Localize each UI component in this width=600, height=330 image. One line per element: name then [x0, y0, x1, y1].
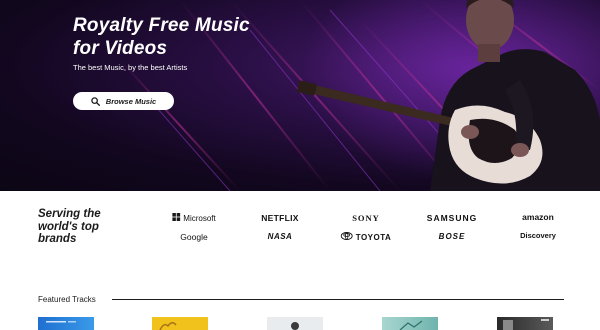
- track-thumbnail[interactable]: [267, 317, 323, 330]
- brand-logo-toyota: TOYOTA: [340, 232, 392, 242]
- brand-name-toyota: TOYOTA: [355, 232, 392, 242]
- track-thumbnail[interactable]: [382, 317, 438, 330]
- brand-logo-bose: BOSE: [439, 232, 466, 241]
- hero-subtitle: The best Music, by the best Artists: [73, 63, 188, 72]
- brand-name-netflix: NETFLIX: [261, 213, 299, 223]
- brands-heading-line-3: brands: [38, 233, 77, 245]
- track-thumbnail-art: [503, 319, 549, 330]
- brand-name-microsoft: Microsoft: [183, 213, 216, 223]
- brand-logo-netflix: NETFLIX: [261, 213, 299, 223]
- brand-name-bose: BOSE: [438, 232, 466, 241]
- brand-name-sony: SONY: [352, 213, 380, 223]
- brand-name-discovery: Discovery: [520, 231, 556, 240]
- browse-music-button[interactable]: Browse Music: [73, 92, 174, 110]
- toyota-logo-icon: [340, 232, 353, 242]
- brand-name-google: Google: [180, 232, 208, 242]
- brand-logo-sony: SONY: [352, 213, 380, 223]
- brand-logo-amazon: amazon: [522, 212, 554, 222]
- brand-name-amazon: amazon: [522, 212, 554, 222]
- brands-heading: Serving the world's top brands: [38, 208, 148, 246]
- brands-heading-line-1: Serving the: [38, 208, 101, 220]
- track-thumbnail-art: [399, 320, 423, 330]
- brand-name-nasa: NASA: [267, 232, 293, 241]
- brand-logo-google: Google: [180, 232, 207, 242]
- track-thumbnail[interactable]: [38, 317, 94, 330]
- hero-title: Royalty Free Music for Videos: [73, 14, 333, 60]
- track-thumbnail[interactable]: [497, 317, 553, 330]
- microsoft-logo-icon: [172, 213, 181, 223]
- track-thumbnail[interactable]: [152, 317, 208, 330]
- track-thumbnail-art: [159, 322, 177, 330]
- featured-divider: [112, 299, 564, 300]
- search-icon: [91, 96, 100, 106]
- hero-banner: Royalty Free Music for Videos The best M…: [0, 0, 600, 191]
- brand-logo-microsoft: Microsoft: [172, 213, 216, 223]
- brand-logo-discovery: Discovery: [520, 231, 556, 240]
- hero-title-line-1: Royalty Free Music: [73, 15, 250, 36]
- brands-section: Serving the world's top brands Microsoft…: [0, 191, 600, 271]
- brand-logo-nasa: NASA: [268, 232, 293, 241]
- track-thumbnail-art: [291, 322, 299, 330]
- brands-heading-line-2: world's top: [38, 220, 99, 233]
- brand-name-samsung: SAMSUNG: [426, 213, 478, 223]
- browse-music-label: Browse Music: [105, 96, 157, 106]
- brand-logo-samsung: SAMSUNG: [427, 213, 477, 223]
- featured-tracks-heading: Featured Tracks: [38, 295, 96, 304]
- hero-title-line-2: for Videos: [73, 38, 168, 59]
- track-thumbnail-art: [46, 321, 76, 323]
